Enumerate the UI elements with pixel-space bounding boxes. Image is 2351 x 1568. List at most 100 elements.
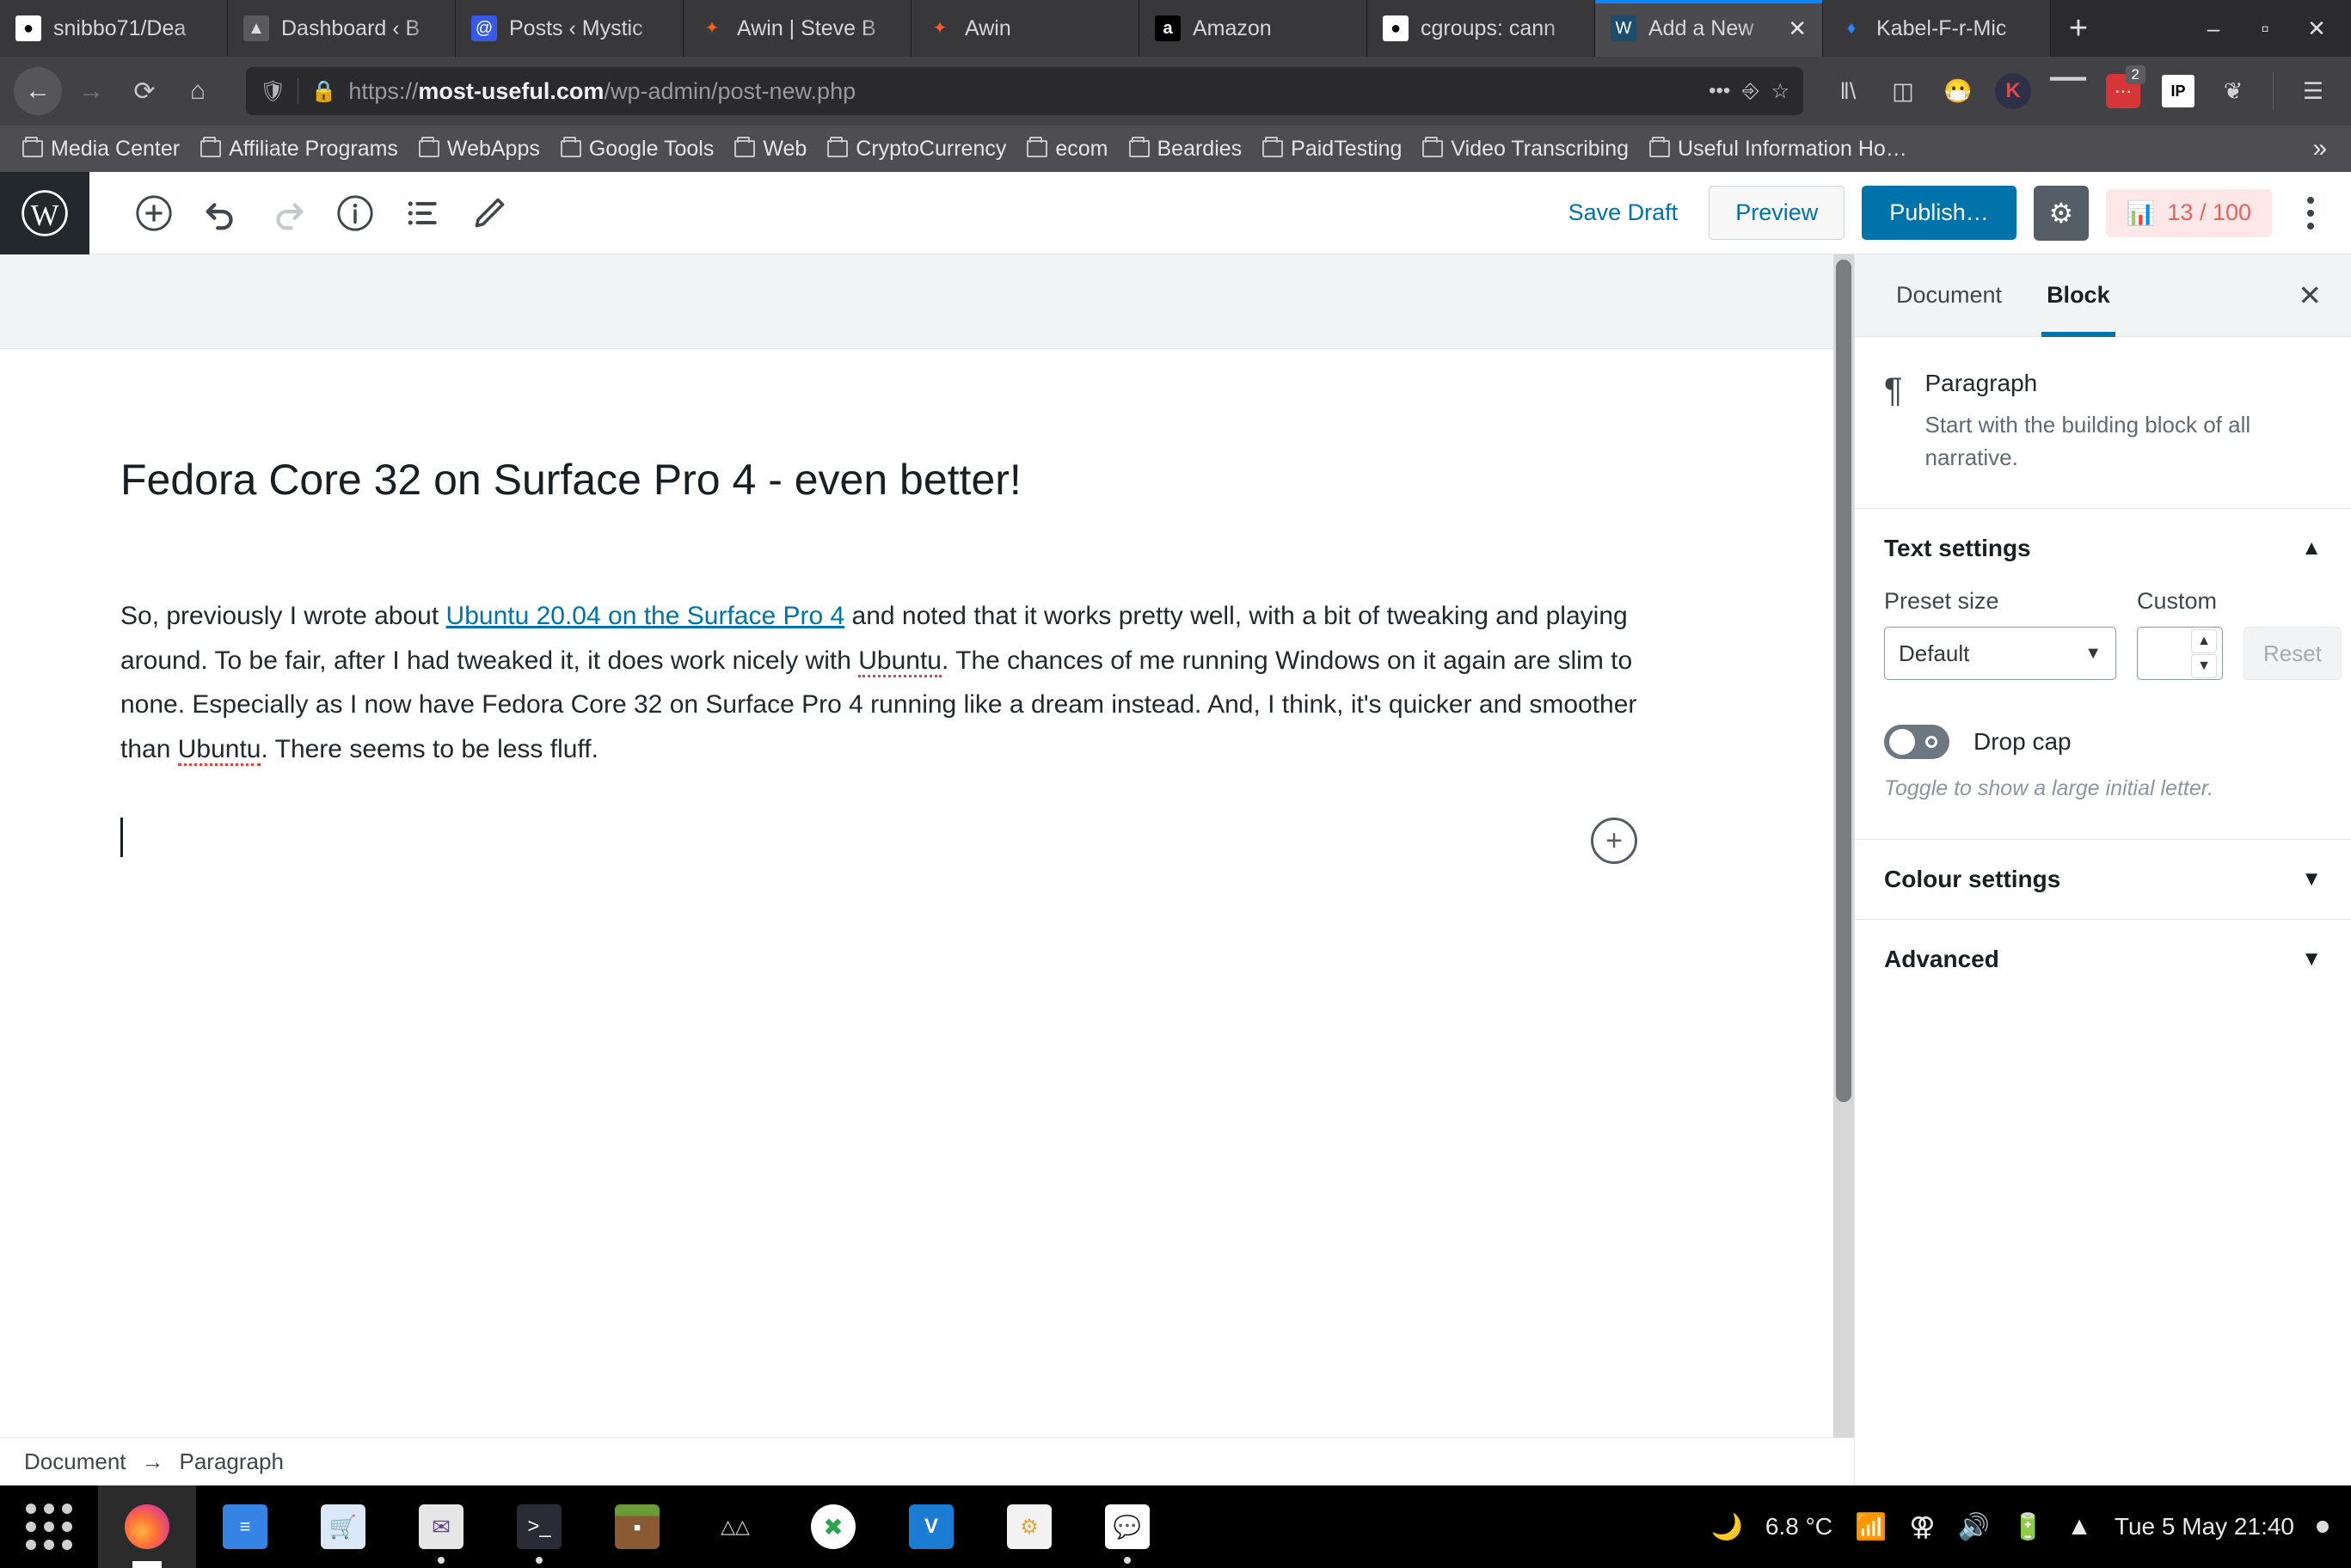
- tray-expand-icon[interactable]: ▲: [2066, 1512, 2092, 1541]
- custom-size-input[interactable]: ▲ ▼: [2137, 627, 2223, 681]
- post-title[interactable]: Fedora Core 32 on Surface Pro 4 - even b…: [120, 452, 1734, 508]
- tab-document[interactable]: Document: [1874, 254, 2024, 337]
- browser-tab[interactable]: a Amazon: [1139, 0, 1367, 57]
- gnome-icon[interactable]: ❦: [2209, 67, 2257, 115]
- taskbar-item-mail[interactable]: ✉: [392, 1485, 490, 1568]
- panel-text-settings-header[interactable]: Text settings ▲: [1855, 509, 2351, 588]
- publish-button[interactable]: Publish…: [1862, 186, 2016, 240]
- ip-icon[interactable]: IP: [2154, 67, 2202, 115]
- apps-grid-icon[interactable]: [0, 1485, 98, 1568]
- edit-pencil-icon[interactable]: [463, 187, 516, 240]
- taskbar-item-files[interactable]: ≡: [196, 1485, 294, 1568]
- browser-tab-active[interactable]: W Add a New ✕: [1595, 0, 1823, 57]
- bookmark-item[interactable]: Beardies: [1120, 133, 1251, 165]
- minimize-button[interactable]: –: [2188, 0, 2239, 57]
- breadcrumb-document[interactable]: Document: [24, 1449, 126, 1475]
- paragraph-link[interactable]: Ubuntu 20.04 on the Surface Pro 4: [446, 602, 845, 630]
- bookmark-item[interactable]: Useful Information Ho…: [1641, 133, 1916, 165]
- battery-charging-icon[interactable]: 🔋: [2012, 1512, 2044, 1542]
- bookmark-item[interactable]: Google Tools: [552, 133, 722, 165]
- tray-menu-icon[interactable]: [2317, 1521, 2329, 1533]
- sidebar-icon[interactable]: ◫: [1879, 67, 1927, 115]
- hamburger-menu-icon[interactable]: ☰: [2289, 67, 2337, 115]
- bookmark-item[interactable]: Affiliate Programs: [192, 133, 407, 165]
- back-icon[interactable]: ←: [14, 67, 62, 115]
- volume-icon[interactable]: 🔊: [1957, 1512, 1989, 1542]
- taskbar-item-system-monitor[interactable]: ⚙: [980, 1485, 1078, 1568]
- url-text: https://most-useful.com/wp-admin/post-ne…: [348, 77, 856, 104]
- new-tab-button[interactable]: +: [2051, 0, 2106, 57]
- bookmark-item[interactable]: PaidTesting: [1254, 133, 1410, 165]
- drop-cap-toggle[interactable]: [1884, 725, 1949, 760]
- taskbar-item-terminal[interactable]: >_: [490, 1485, 588, 1568]
- stepper-down-icon[interactable]: ▼: [2191, 653, 2217, 678]
- wordpress-logo-icon[interactable]: W: [0, 171, 89, 254]
- address-bar[interactable]: 🛡 🔒 https://most-useful.com/wp-admin/pos…: [246, 67, 1803, 115]
- quantity-stepper[interactable]: ▲ ▼: [2191, 628, 2217, 678]
- breadcrumb-current[interactable]: Paragraph: [180, 1449, 284, 1475]
- browser-tab[interactable]: ● cgroups: cann: [1367, 0, 1595, 57]
- post-paragraph-block[interactable]: So, previously I wrote about Ubuntu 20.0…: [120, 594, 1677, 771]
- tab-block[interactable]: Block: [2024, 254, 2133, 337]
- taskbar-item-vnc[interactable]: V: [882, 1485, 980, 1568]
- weather-cloudy-night-icon[interactable]: 🌙: [1711, 1512, 1743, 1542]
- page-actions-icon[interactable]: •••: [1709, 79, 1730, 103]
- close-window-button[interactable]: ✕: [2291, 0, 2342, 57]
- forward-icon[interactable]: →: [67, 67, 115, 115]
- bookmark-item[interactable]: Web: [726, 133, 815, 165]
- bookmark-item[interactable]: Media Center: [14, 133, 188, 165]
- taskbar-item-virt-manager[interactable]: △△: [686, 1485, 784, 1568]
- browser-tab[interactable]: ♦ Kabel-F-r-Mic: [1823, 0, 2051, 57]
- maximize-button[interactable]: ▫: [2239, 0, 2291, 57]
- preset-size-select[interactable]: Default ▼: [1884, 627, 2116, 681]
- info-icon[interactable]: [328, 187, 382, 240]
- browser-tab[interactable]: ▲ Dashboard ‹ B: [228, 0, 456, 57]
- taskbar-item-software[interactable]: 🛒: [294, 1485, 392, 1568]
- panel-colour-settings-header[interactable]: Colour settings ▼: [1855, 840, 2351, 919]
- smiley-mask-icon[interactable]: 😷: [1934, 67, 1982, 115]
- reset-button[interactable]: Reset: [2244, 627, 2342, 681]
- bookmarks-overflow-icon[interactable]: »: [2302, 134, 2337, 163]
- preview-button[interactable]: Preview: [1709, 186, 1845, 240]
- add-block-inline-icon[interactable]: +: [1591, 818, 1637, 865]
- bookmark-star-icon[interactable]: ☆: [1771, 79, 1789, 104]
- taskbar-item-minecraft[interactable]: ■: [588, 1485, 686, 1568]
- save-draft-button[interactable]: Save Draft: [1555, 199, 1692, 226]
- redo-icon[interactable]: [261, 187, 315, 240]
- browser-tab[interactable]: ● snibbo71/Dea: [0, 0, 228, 57]
- taskbar-item-chat[interactable]: 💬: [1078, 1485, 1176, 1568]
- close-sidebar-icon[interactable]: ✕: [2287, 279, 2332, 312]
- bookmark-item[interactable]: ecom: [1018, 133, 1116, 165]
- gear-icon[interactable]: ⚙: [2033, 185, 2089, 241]
- taskbar-item-firefox[interactable]: [98, 1485, 196, 1568]
- panel-advanced-header[interactable]: Advanced ▼: [1855, 920, 2351, 999]
- seo-score-badge[interactable]: 📊 13 / 100: [2105, 188, 2272, 237]
- reload-icon[interactable]: ⟳: [120, 67, 169, 115]
- fence-icon[interactable]: ▔▔: [2044, 67, 2092, 115]
- editor-scrollbar[interactable]: [1833, 254, 1854, 1485]
- block-navigation-icon[interactable]: [396, 187, 449, 240]
- close-tab-icon[interactable]: ✕: [1783, 15, 1807, 42]
- kaspersky-icon[interactable]: K: [1989, 67, 2037, 115]
- taskbar-item-x2go[interactable]: ✖: [784, 1485, 882, 1568]
- bookmark-item[interactable]: CryptoCurrency: [819, 133, 1015, 165]
- stepper-up-icon[interactable]: ▲: [2191, 628, 2217, 653]
- bookmark-item[interactable]: Video Transcribing: [1414, 133, 1637, 165]
- library-icon[interactable]: ‖\: [1824, 67, 1872, 115]
- shield-icon[interactable]: 🛡: [260, 79, 285, 104]
- wifi-icon[interactable]: 📶: [1855, 1512, 1887, 1542]
- pocket-icon[interactable]: ⎆: [1742, 79, 1759, 103]
- browser-tab[interactable]: ✦ Awin | Steve B: [684, 0, 912, 57]
- bluetooth-icon[interactable]: ⚢: [1909, 1512, 1935, 1542]
- empty-paragraph-block[interactable]: +: [120, 816, 1734, 865]
- clock[interactable]: Tue 5 May 21:40: [2115, 1513, 2294, 1540]
- bookmark-item[interactable]: WebApps: [410, 133, 549, 165]
- home-icon[interactable]: ⌂: [174, 67, 222, 115]
- undo-icon[interactable]: [194, 187, 248, 240]
- add-block-icon[interactable]: [127, 187, 181, 240]
- more-options-icon[interactable]: [2289, 196, 2332, 230]
- browser-tab[interactable]: @ Posts ‹ Mystic: [456, 0, 684, 57]
- browser-tab[interactable]: ✦ Awin: [912, 0, 1139, 57]
- scrollbar-thumb[interactable]: [1836, 260, 1851, 1102]
- adblock-icon[interactable]: ⋯ 2: [2099, 65, 2147, 115]
